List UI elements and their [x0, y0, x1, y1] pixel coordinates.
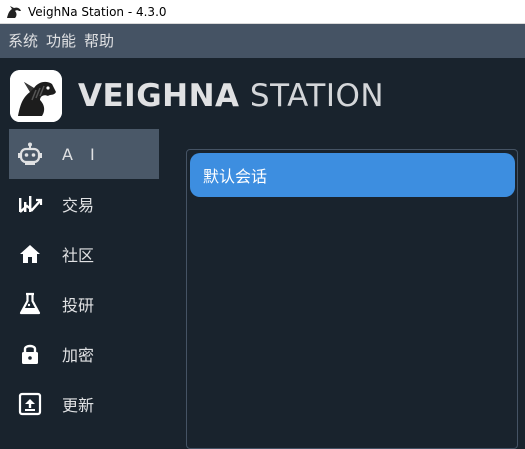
- upload-icon: [17, 391, 43, 417]
- sidebar-item-trade[interactable]: 交易: [9, 179, 159, 229]
- home-icon: [17, 241, 43, 267]
- lock-icon: [17, 341, 43, 367]
- brand-title-bold: VEIGHNA: [78, 78, 240, 114]
- session-item-default[interactable]: 默认会话: [190, 153, 515, 197]
- robot-icon: [17, 141, 43, 167]
- sidebar-item-research[interactable]: 投研: [9, 279, 159, 329]
- flask-icon: [17, 291, 43, 317]
- horse-logo-icon: [10, 70, 62, 122]
- sidebar-item-community[interactable]: 社区: [9, 229, 159, 279]
- brand-title: VEIGHNA STATION: [78, 74, 384, 118]
- menu-help[interactable]: 帮助: [80, 24, 118, 58]
- sidebar-item-label: 加密: [62, 346, 95, 365]
- sidebar-item-label: 更新: [62, 396, 95, 415]
- sidebar-item-label: 交易: [62, 196, 95, 215]
- brand-title-light: STATION: [239, 78, 385, 114]
- sidebar: A I 交易 社区 投研 加密 更新: [9, 129, 159, 429]
- sidebar-item-update[interactable]: 更新: [9, 379, 159, 429]
- sidebar-item-label: 社区: [62, 246, 95, 265]
- sidebar-item-encryption[interactable]: 加密: [9, 329, 159, 379]
- menu-functions[interactable]: 功能: [42, 24, 80, 58]
- sidebar-item-label: 投研: [62, 296, 95, 315]
- menu-bar: 系统 功能 帮助: [0, 24, 525, 58]
- chart-trade-icon: [17, 191, 43, 217]
- window-title: VeighNa Station - 4.3.0: [28, 4, 167, 19]
- session-list-panel: 默认会话: [186, 149, 518, 449]
- sidebar-item-label: A I: [62, 144, 101, 164]
- sidebar-item-ai[interactable]: A I: [9, 129, 159, 179]
- horse-logo-icon: [6, 4, 22, 20]
- window-title-bar: VeighNa Station - 4.3.0: [0, 0, 525, 24]
- menu-system[interactable]: 系统: [4, 24, 42, 58]
- session-label: 默认会话: [203, 167, 268, 186]
